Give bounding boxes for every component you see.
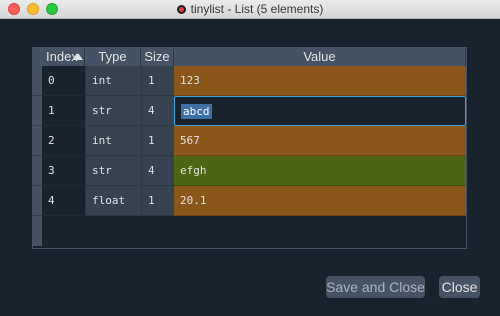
column-header-type[interactable]: Type — [85, 48, 141, 66]
table-row: 3 str 4 efgh — [42, 156, 466, 186]
value-cell[interactable]: 123 — [174, 66, 466, 96]
value-editor-input[interactable]: abcd — [174, 96, 466, 126]
size-cell[interactable]: 1 — [141, 126, 174, 156]
size-cell[interactable]: 1 — [141, 186, 174, 216]
type-cell[interactable]: str — [85, 156, 141, 186]
window-title: tinylist - List (5 elements) — [190, 2, 324, 16]
column-header-value[interactable]: Value — [174, 48, 466, 66]
value-cell[interactable]: 567 — [174, 126, 466, 156]
column-header-index[interactable]: Index — [42, 48, 85, 66]
table-row: 0 int 1 123 — [42, 66, 466, 96]
index-cell[interactable]: 1 — [42, 96, 85, 126]
app-icon — [176, 4, 186, 14]
size-cell[interactable]: 1 — [141, 66, 174, 96]
type-cell[interactable]: str — [85, 96, 141, 126]
row-header — [33, 66, 42, 246]
list-table: Index Type Size Value 0 int 1 123 1 str … — [32, 47, 467, 249]
save-and-close-button[interactable]: Save and Close — [326, 276, 425, 298]
index-cell[interactable]: 3 — [42, 156, 85, 186]
table-body: 0 int 1 123 1 str 4 abcd 2 int 1 567 3 s… — [42, 66, 466, 216]
size-cell[interactable]: 4 — [141, 96, 174, 126]
type-cell[interactable]: int — [85, 66, 141, 96]
row-header-cell[interactable] — [33, 126, 42, 156]
size-cell[interactable]: 4 — [141, 156, 174, 186]
row-header-cell[interactable] — [33, 156, 42, 186]
table-row: 2 int 1 567 — [42, 126, 466, 156]
window-title-area: tinylist - List (5 elements) — [0, 0, 500, 18]
index-cell[interactable]: 2 — [42, 126, 85, 156]
index-cell[interactable]: 4 — [42, 186, 85, 216]
row-header-cell[interactable] — [33, 186, 42, 216]
title-bar: tinylist - List (5 elements) — [0, 0, 500, 19]
value-cell[interactable]: 20.1 — [174, 186, 466, 216]
index-cell[interactable]: 0 — [42, 66, 85, 96]
table-corner[interactable] — [33, 48, 42, 66]
column-header-size[interactable]: Size — [141, 48, 174, 66]
sort-ascending-icon — [73, 53, 83, 60]
type-cell[interactable]: float — [85, 186, 141, 216]
row-header-cell[interactable] — [33, 66, 42, 96]
type-cell[interactable]: int — [85, 126, 141, 156]
table-row: 4 float 1 20.1 — [42, 186, 466, 216]
table-row: 1 str 4 abcd — [42, 96, 466, 126]
close-button[interactable]: Close — [439, 276, 480, 298]
selected-text: abcd — [181, 104, 212, 119]
row-header-cell[interactable] — [33, 96, 42, 126]
value-cell[interactable]: efgh — [174, 156, 466, 186]
